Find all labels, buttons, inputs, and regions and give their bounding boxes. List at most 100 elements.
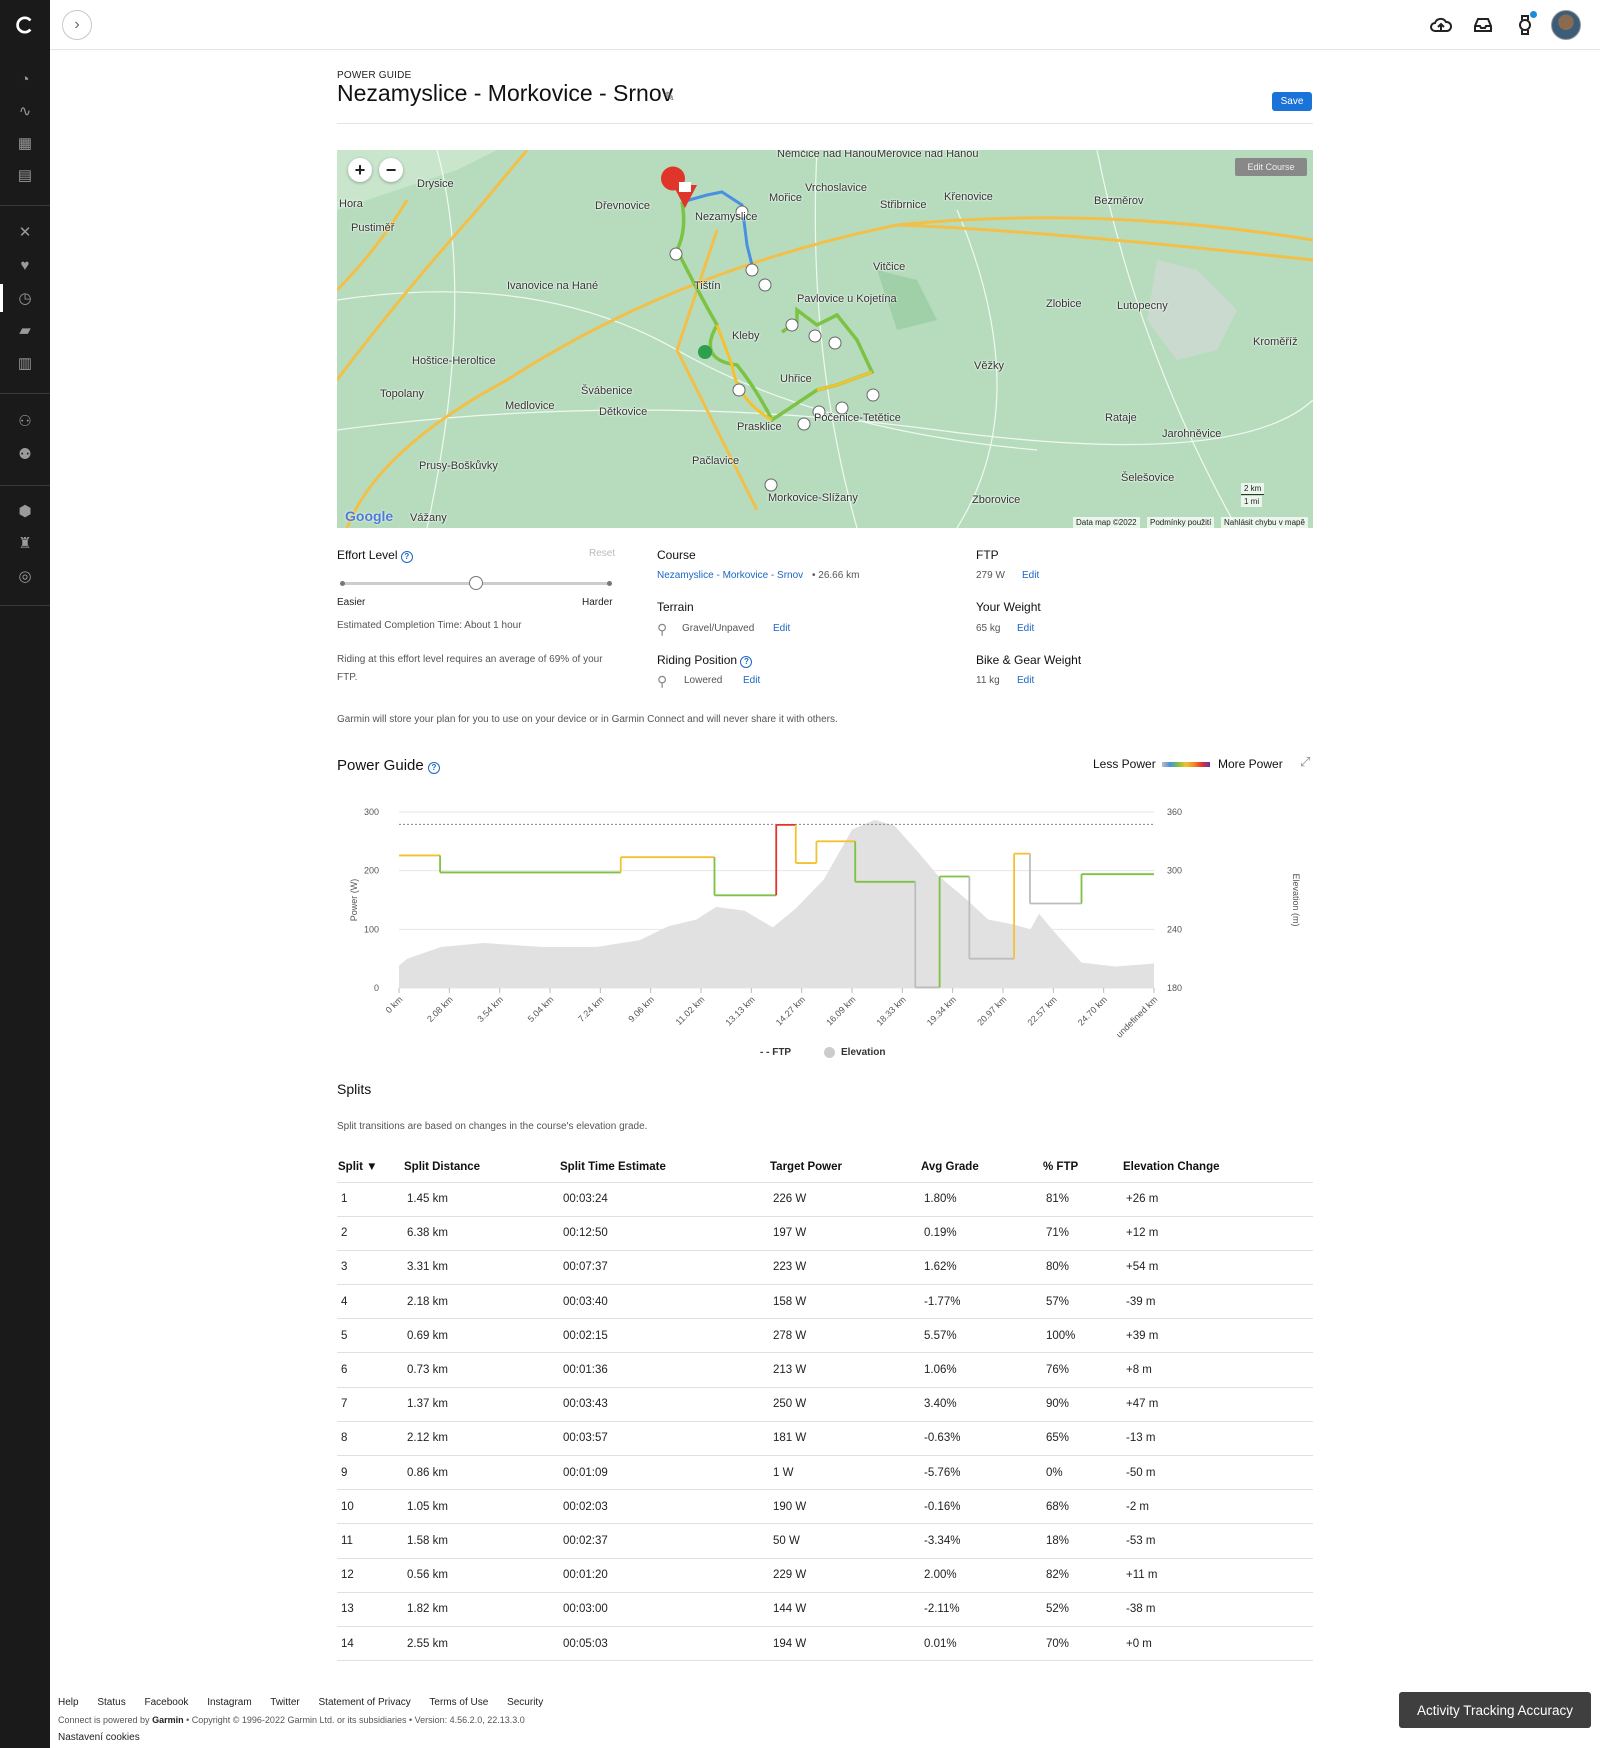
footer-link-privacy[interactable]: Statement of Privacy [319, 1697, 411, 1708]
footer-link-help[interactable]: Help [58, 1697, 79, 1708]
column-header: Split Time Estimate [559, 1152, 769, 1183]
table-cell: -53 m [1122, 1523, 1313, 1559]
map-place-label: Hora [339, 198, 363, 210]
weight-edit-link[interactable]: Edit [1017, 623, 1034, 634]
top-bar [50, 0, 1600, 50]
avatar[interactable] [1551, 10, 1581, 40]
x-tick-label: 0 km [384, 994, 405, 1015]
ftp-label: FTP [976, 548, 999, 562]
performance-icon[interactable]: ✕ [0, 218, 50, 246]
activity-tracking-accuracy-button[interactable]: Activity Tracking Accuracy [1399, 1692, 1591, 1728]
trophy-icon[interactable]: ♜ [0, 529, 50, 557]
table-cell: 00:03:24 [559, 1182, 769, 1217]
health-heart-icon[interactable]: ♥ [0, 251, 50, 279]
connections-icon[interactable]: ⚇ [0, 407, 50, 435]
bike-weight-value: 11 kg [976, 675, 1000, 686]
insights-icon[interactable]: ▥ [0, 349, 50, 377]
upload-cloud-icon[interactable] [1429, 13, 1453, 37]
reset-link[interactable]: Reset [589, 548, 615, 559]
legend-ftp[interactable]: - - FTP [760, 1047, 791, 1058]
footer-link-facebook[interactable]: Facebook [145, 1697, 189, 1708]
map-scale-km: 2 km [1241, 483, 1265, 495]
table-cell: 229 W [769, 1558, 920, 1593]
table-cell: 0.73 km [403, 1352, 559, 1388]
footer-link-status[interactable]: Status [97, 1697, 125, 1708]
table-cell: 0.19% [920, 1216, 1042, 1251]
table-cell: 00:02:03 [559, 1489, 769, 1525]
map-place-label: Uhřice [780, 373, 812, 385]
course-map[interactable]: Drysice Pustiměř Ivanovice na Hané Hošti… [337, 150, 1313, 528]
map-terms-link[interactable]: Podmínky použití [1147, 517, 1215, 528]
map-report-link[interactable]: Nahlásit chybu v mapě [1221, 517, 1308, 528]
column-header: Avg Grade [920, 1152, 1042, 1183]
help-icon[interactable]: ? [400, 551, 413, 563]
ftp-edit-link[interactable]: Edit [1022, 570, 1039, 581]
y-tick-label: 0 [374, 983, 379, 993]
x-tick-label: 3.54 km [475, 994, 505, 1024]
save-button[interactable]: Save [1272, 92, 1312, 111]
help-icon[interactable]: ? [740, 656, 753, 668]
cookie-settings-link[interactable]: Nastavení cookies [58, 1732, 140, 1743]
groups-icon[interactable]: ⚉ [0, 440, 50, 468]
terrain-edit-link[interactable]: Edit [773, 623, 790, 634]
x-tick-label: 7.24 km [576, 994, 606, 1024]
fullscreen-expand-icon[interactable]: ⤢ [1300, 754, 1310, 770]
activities-icon[interactable]: ∿ [0, 97, 50, 125]
table-cell: -13 m [1122, 1421, 1313, 1457]
y-tick-label: 200 [364, 866, 379, 876]
sidebar-divider [0, 205, 50, 206]
google-logo: Google [345, 508, 394, 524]
table-cell: 00:03:40 [559, 1284, 769, 1320]
table-cell: 00:05:03 [559, 1626, 769, 1662]
gear-shoe-icon[interactable]: ▰ [0, 316, 50, 344]
table-cell: +0 m [1122, 1626, 1313, 1662]
table-cell: 1.82 km [403, 1592, 559, 1627]
y2-tick-label: 300 [1167, 866, 1182, 876]
edit-course-button[interactable]: Edit Course [1235, 158, 1307, 176]
footer-link-twitter[interactable]: Twitter [270, 1697, 299, 1708]
table-cell: 0.69 km [403, 1318, 559, 1354]
table-cell: 6.38 km [403, 1216, 559, 1251]
table-cell: -0.16% [920, 1489, 1042, 1525]
training-stopwatch-icon[interactable]: ◷ [0, 284, 50, 312]
table-cell: 65% [1042, 1421, 1122, 1457]
column-header[interactable]: Split ▼ [337, 1152, 403, 1183]
riding-note: Riding at this effort level requires an … [337, 654, 603, 683]
sidebar-divider [0, 485, 50, 486]
garmin-connect-logo-icon[interactable] [0, 0, 50, 50]
footer-link-instagram[interactable]: Instagram [207, 1697, 251, 1708]
inbox-icon[interactable] [1471, 13, 1495, 37]
map-place-label: Rataje [1105, 412, 1137, 424]
zoom-out-button[interactable]: − [379, 158, 403, 182]
table-cell: 190 W [769, 1489, 920, 1525]
table-cell: +39 m [1122, 1318, 1313, 1354]
calendar-icon[interactable]: ▦ [0, 129, 50, 157]
expand-sidebar-button[interactable]: › [62, 10, 92, 40]
riding-edit-link[interactable]: Edit [743, 675, 760, 686]
badges-icon[interactable]: ⬢ [0, 497, 50, 525]
table-cell: 68% [1042, 1489, 1122, 1525]
dashboard-icon[interactable]: ◔ [0, 65, 50, 93]
x-tick-label: undefined km [1114, 994, 1159, 1039]
effort-slider-handle[interactable] [469, 576, 483, 590]
footer-link-terms[interactable]: Terms of Use [429, 1697, 488, 1708]
y-tick-label: 300 [364, 807, 379, 817]
zoom-in-button[interactable]: + [348, 158, 372, 182]
table-row: 3 3.31 km 00:07:37 223 W 1.62% 80% +54 m [337, 1250, 1313, 1286]
table-cell: 197 W [769, 1216, 920, 1251]
help-icon[interactable]: ? [427, 762, 440, 774]
reports-icon[interactable]: ▤ [0, 161, 50, 189]
x-tick-label: 9.06 km [626, 994, 656, 1024]
table-cell: 1.80% [920, 1182, 1042, 1217]
map-place-label: Zlobice [1046, 298, 1082, 310]
edit-pencil-icon[interactable]: ✎ [664, 89, 675, 105]
footer-link-security[interactable]: Security [507, 1697, 543, 1708]
table-cell: 00:01:36 [559, 1352, 769, 1388]
target-icon[interactable]: ◎ [0, 562, 50, 590]
course-link[interactable]: Nezamyslice - Morkovice - Srnov [657, 570, 803, 581]
effort-slider-min-dot [340, 581, 345, 586]
table-cell: 76% [1042, 1352, 1122, 1388]
column-header: % FTP [1042, 1152, 1122, 1183]
bike-weight-edit-link[interactable]: Edit [1017, 675, 1034, 686]
legend-elevation[interactable]: Elevation [824, 1047, 885, 1058]
